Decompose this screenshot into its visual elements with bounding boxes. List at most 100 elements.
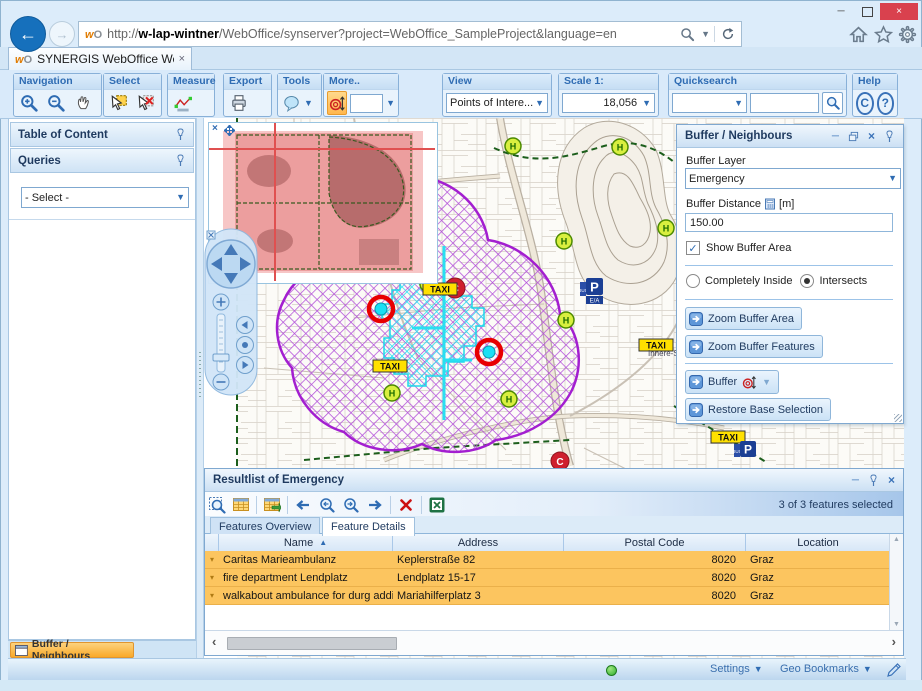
next-feature-button[interactable] — [363, 493, 387, 517]
scale-value: 18,056 — [603, 97, 637, 109]
browser-tab[interactable]: wO SYNERGIS WebOffice Web... × — [8, 47, 192, 70]
map-navigation-widget[interactable] — [204, 228, 264, 398]
tab-feature-details[interactable]: Feature Details — [322, 517, 415, 536]
pin-icon[interactable] — [884, 130, 895, 143]
sidebar-item-table-of-content[interactable]: Table of Content — [10, 122, 194, 147]
resultlist-titlebar[interactable]: Resultlist of Emergency ─ × — [205, 469, 903, 492]
quicksearch-go-button[interactable] — [822, 92, 843, 114]
table-row[interactable]: ▾ Caritas Marieambulanz Keplerstraße 82 … — [205, 551, 890, 569]
quicksearch-category-select[interactable]: ▼ — [672, 93, 747, 113]
zoom-buffer-features-button[interactable]: Zoom Buffer Features — [685, 335, 823, 358]
taskbar-buffer-neighbours-button[interactable]: Buffer / Neighbours — [10, 642, 134, 658]
table-row[interactable]: ▾ fire department Lendplatz Lendplatz 15… — [205, 569, 890, 587]
sidebar-splitter[interactable] — [196, 118, 204, 658]
quicksearch-input[interactable] — [750, 93, 819, 113]
view-select[interactable]: Points of Intere... ▼ — [446, 93, 548, 113]
url-bar[interactable]: wO http://w-lap-wintner/WebOffice/synser… — [78, 21, 742, 47]
window-minimize-button[interactable]: ─ — [828, 3, 854, 20]
zoom-to-selection-button[interactable] — [205, 493, 229, 517]
result-table-header[interactable]: Name▲ Address Postal Code Location — [205, 534, 890, 551]
excel-export-button[interactable] — [425, 493, 449, 517]
buffer-panel-titlebar[interactable]: Buffer / Neighbours ─ × — [677, 125, 903, 148]
zoom-previous-button[interactable] — [315, 493, 339, 517]
zoom-buffer-area-button[interactable]: Zoom Buffer Area — [685, 307, 802, 330]
pan-button[interactable] — [71, 91, 95, 115]
export-table-button[interactable] — [260, 493, 284, 517]
restore-base-selection-button[interactable]: Restore Base Selection — [685, 398, 831, 421]
scrollbar-thumb[interactable] — [227, 637, 397, 650]
print-button[interactable] — [227, 91, 251, 115]
pin-icon[interactable] — [175, 128, 186, 141]
browser-forward-button[interactable]: → — [49, 21, 75, 47]
panel-minimize-icon[interactable]: ─ — [852, 475, 859, 486]
show-buffer-area-checkbox[interactable]: ✓ — [686, 241, 700, 255]
panel-resize-grip[interactable] — [894, 414, 902, 422]
query-select-value: - Select - — [25, 192, 69, 204]
overview-close-icon[interactable]: × — [212, 123, 218, 134]
panel-restore-icon[interactable] — [848, 131, 859, 142]
scroll-up-icon[interactable]: ▲ — [893, 534, 900, 543]
zoom-next-button[interactable] — [339, 493, 363, 517]
zoom-out-button[interactable] — [44, 91, 68, 115]
info-tool-button[interactable] — [281, 91, 301, 115]
home-icon[interactable] — [849, 25, 868, 44]
browser-window: ─ × ← → wO http://w-lap-wintner/WebOffic… — [0, 0, 922, 691]
window-maximize-button[interactable] — [854, 3, 880, 20]
pin-icon[interactable] — [175, 154, 186, 167]
select-features-button[interactable] — [107, 91, 131, 115]
tab-features-overview[interactable]: Features Overview — [210, 517, 320, 535]
url-search-icon[interactable] — [680, 27, 695, 42]
query-select[interactable]: - Select - ▼ — [21, 187, 189, 208]
svg-text:P: P — [744, 443, 752, 457]
resultlist-tabs: Features Overview Feature Details — [205, 516, 903, 534]
column-header-name: Name▲ — [219, 534, 393, 551]
url-refresh-icon[interactable] — [721, 27, 735, 41]
horizontal-scrollbar[interactable]: ‹ › — [205, 630, 903, 655]
help-button[interactable]: ? — [877, 92, 895, 115]
scroll-down-icon[interactable]: ▼ — [893, 621, 900, 630]
measure-button[interactable] — [171, 91, 195, 115]
zoom-in-button[interactable] — [17, 91, 41, 115]
panel-close-icon[interactable]: × — [868, 129, 875, 143]
pin-icon[interactable] — [868, 474, 879, 487]
info-tool-dropdown-icon[interactable]: ▼ — [304, 99, 313, 108]
url-dropdown-icon[interactable]: ▼ — [701, 30, 710, 39]
panel-minimize-icon[interactable]: ─ — [832, 131, 839, 142]
show-buffer-area-row[interactable]: ✓ Show Buffer Area — [686, 241, 791, 255]
intersects-radio[interactable] — [800, 274, 814, 288]
settings-gear-icon[interactable] — [898, 25, 917, 44]
table-row[interactable]: ▾ walkabout ambulance for durg addict Ma… — [205, 587, 890, 605]
clear-selection-button[interactable] — [394, 493, 418, 517]
settings-menu[interactable]: Settings▼ — [710, 663, 763, 675]
copyright-button[interactable]: C — [856, 92, 874, 115]
sidebar-item-queries[interactable]: Queries — [10, 148, 194, 173]
completely-inside-radio[interactable] — [686, 274, 700, 288]
geo-bookmarks-menu[interactable]: Geo Bookmarks▼ — [780, 663, 872, 675]
deselect-features-button[interactable] — [134, 91, 158, 115]
scroll-left-icon[interactable]: ‹ — [212, 634, 216, 649]
panel-close-icon[interactable]: × — [888, 473, 895, 487]
buffer-button[interactable]: Buffer ▼ — [685, 370, 779, 394]
vertical-scrollbar[interactable]: ▲ ▼ — [889, 534, 903, 630]
scale-input[interactable]: 18,056 ▼ — [562, 93, 655, 113]
toolbar-group-more: More.. ▼ — [323, 73, 399, 117]
redline-pen-icon[interactable] — [886, 662, 902, 678]
browser-back-button[interactable]: ← — [10, 16, 46, 52]
row-menu-icon[interactable]: ▾ — [210, 591, 214, 600]
row-menu-icon[interactable]: ▾ — [210, 555, 214, 564]
tab-close-icon[interactable]: × — [179, 53, 185, 65]
scroll-right-icon[interactable]: › — [892, 634, 896, 649]
buffer-layer-select[interactable]: Emergency ▼ — [685, 168, 901, 189]
row-menu-icon[interactable]: ▾ — [210, 573, 214, 582]
calculator-icon[interactable] — [764, 198, 776, 210]
more-tools-dropdown-icon[interactable]: ▼ — [386, 99, 395, 108]
buffer-tool-button[interactable] — [327, 91, 347, 115]
buffer-distance-input[interactable] — [685, 213, 893, 232]
previous-feature-button[interactable] — [291, 493, 315, 517]
svg-text:TAXI: TAXI — [430, 285, 450, 295]
window-close-button[interactable]: × — [880, 3, 918, 20]
favorites-star-icon[interactable] — [874, 25, 893, 44]
overview-move-icon[interactable] — [224, 125, 235, 136]
more-tools-combo[interactable] — [350, 94, 383, 113]
show-table-button[interactable] — [229, 493, 253, 517]
